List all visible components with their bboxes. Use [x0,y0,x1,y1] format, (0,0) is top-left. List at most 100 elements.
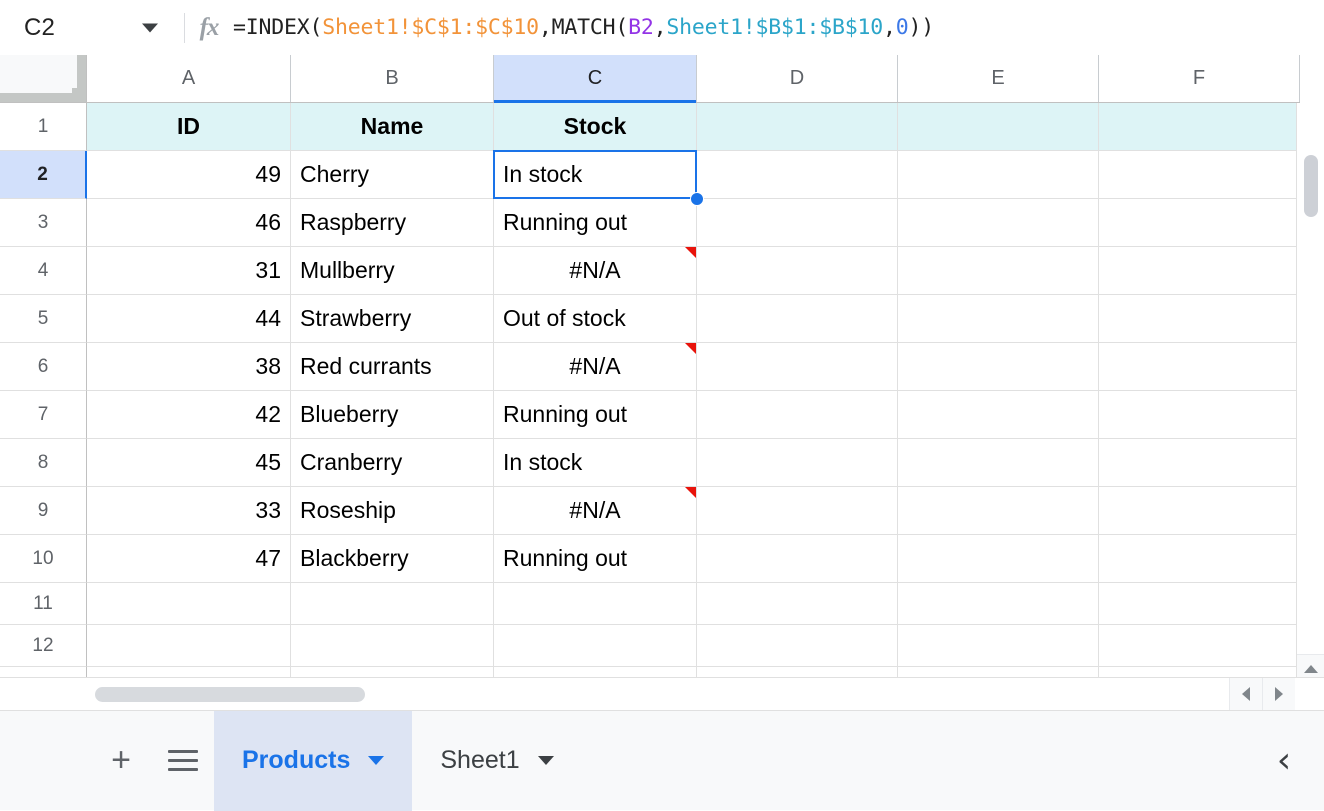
cell-F7[interactable] [1099,391,1300,439]
cell-C5[interactable]: Out of stock [494,295,697,343]
cell-A4[interactable]: 31 [87,247,291,295]
cell-A2[interactable]: 49 [87,151,291,199]
cell-E11[interactable] [898,583,1099,625]
cell-C2[interactable]: In stock [494,151,697,199]
cell-A8[interactable]: 45 [87,439,291,487]
cell-D11[interactable] [697,583,898,625]
column-header-D[interactable]: D [697,55,898,102]
cell-B7[interactable]: Blueberry [291,391,494,439]
vertical-scrollbar[interactable] [1296,103,1324,710]
cell-B9[interactable]: Roseship [291,487,494,535]
cell-E2[interactable] [898,151,1099,199]
cell-B4[interactable]: Mullberry [291,247,494,295]
chevron-down-icon[interactable] [142,23,158,32]
cell-A11[interactable] [87,583,291,625]
cell-F9[interactable] [1099,487,1300,535]
cell-A12[interactable] [87,625,291,667]
cell-F6[interactable] [1099,343,1300,391]
cell-A6[interactable]: 38 [87,343,291,391]
row-header-2[interactable]: 2 [0,151,87,199]
cell-F2[interactable] [1099,151,1300,199]
cell-C1[interactable]: Stock [494,103,697,151]
column-header-F[interactable]: F [1099,55,1300,102]
cell-F1[interactable] [1099,103,1300,151]
cell-F12[interactable] [1099,625,1300,667]
cell-F4[interactable] [1099,247,1300,295]
add-sheet-button[interactable]: + [90,711,152,811]
column-header-A[interactable]: A [87,55,291,102]
cell-D10[interactable] [697,535,898,583]
cell-B12[interactable] [291,625,494,667]
cell-F3[interactable] [1099,199,1300,247]
cell-C9[interactable]: #N/A [494,487,697,535]
chevron-left-icon[interactable]: ‹ [1244,711,1324,811]
fill-handle[interactable] [690,192,704,206]
row-header-7[interactable]: 7 [0,391,87,439]
row-header-4[interactable]: 4 [0,247,87,295]
row-header-11[interactable]: 11 [0,583,87,625]
cell-B11[interactable] [291,583,494,625]
cell-B3[interactable]: Raspberry [291,199,494,247]
cell-E5[interactable] [898,295,1099,343]
cell-B8[interactable]: Cranberry [291,439,494,487]
row-header-1[interactable]: 1 [0,103,87,151]
sheet-tab-sheet1[interactable]: Sheet1 [412,711,581,811]
cell-F11[interactable] [1099,583,1300,625]
cell-E8[interactable] [898,439,1099,487]
cell-D6[interactable] [697,343,898,391]
cell-D8[interactable] [697,439,898,487]
cell-B6[interactable]: Red currants [291,343,494,391]
cell-A5[interactable]: 44 [87,295,291,343]
name-box[interactable]: C2 [0,0,180,55]
cell-B5[interactable]: Strawberry [291,295,494,343]
column-header-C[interactable]: C [494,55,697,102]
row-header-5[interactable]: 5 [0,295,87,343]
cell-F10[interactable] [1099,535,1300,583]
row-header-9[interactable]: 9 [0,487,87,535]
cell-C4[interactable]: #N/A [494,247,697,295]
cell-A10[interactable]: 47 [87,535,291,583]
cell-C8[interactable]: In stock [494,439,697,487]
cell-F5[interactable] [1099,295,1300,343]
row-header-10[interactable]: 10 [0,535,87,583]
cell-D2[interactable] [697,151,898,199]
all-sheets-button[interactable] [152,711,214,811]
cell-B10[interactable]: Blackberry [291,535,494,583]
cell-A1[interactable]: ID [87,103,291,151]
cell-E1[interactable] [898,103,1099,151]
scroll-right-icon[interactable] [1262,678,1295,710]
cell-C3[interactable]: Running out [494,199,697,247]
chevron-down-icon[interactable] [368,756,384,765]
scroll-left-icon[interactable] [1229,678,1262,710]
cell-B1[interactable]: Name [291,103,494,151]
cell-C11[interactable] [494,583,697,625]
vertical-scrollbar-thumb[interactable] [1304,155,1318,217]
row-header-8[interactable]: 8 [0,439,87,487]
cell-D5[interactable] [697,295,898,343]
row-header-3[interactable]: 3 [0,199,87,247]
cell-C10[interactable]: Running out [494,535,697,583]
cell-D3[interactable] [697,199,898,247]
cell-A3[interactable]: 46 [87,199,291,247]
formula-input[interactable]: =INDEX(Sheet1!$C$1:$C$10,MATCH(B2,Sheet1… [233,0,1324,55]
cell-D1[interactable] [697,103,898,151]
cell-A7[interactable]: 42 [87,391,291,439]
cell-D7[interactable] [697,391,898,439]
cell-E6[interactable] [898,343,1099,391]
cell-A9[interactable]: 33 [87,487,291,535]
horizontal-scrollbar-thumb[interactable] [95,687,365,702]
cell-E7[interactable] [898,391,1099,439]
row-header-12[interactable]: 12 [0,625,87,667]
cell-C6[interactable]: #N/A [494,343,697,391]
sheet-tab-products[interactable]: Products [214,711,412,811]
column-header-B[interactable]: B [291,55,494,102]
cell-B2[interactable]: Cherry [291,151,494,199]
cell-E4[interactable] [898,247,1099,295]
cell-E12[interactable] [898,625,1099,667]
cell-C7[interactable]: Running out [494,391,697,439]
column-header-E[interactable]: E [898,55,1099,102]
cell-E3[interactable] [898,199,1099,247]
cell-C12[interactable] [494,625,697,667]
cell-F8[interactable] [1099,439,1300,487]
cell-E10[interactable] [898,535,1099,583]
